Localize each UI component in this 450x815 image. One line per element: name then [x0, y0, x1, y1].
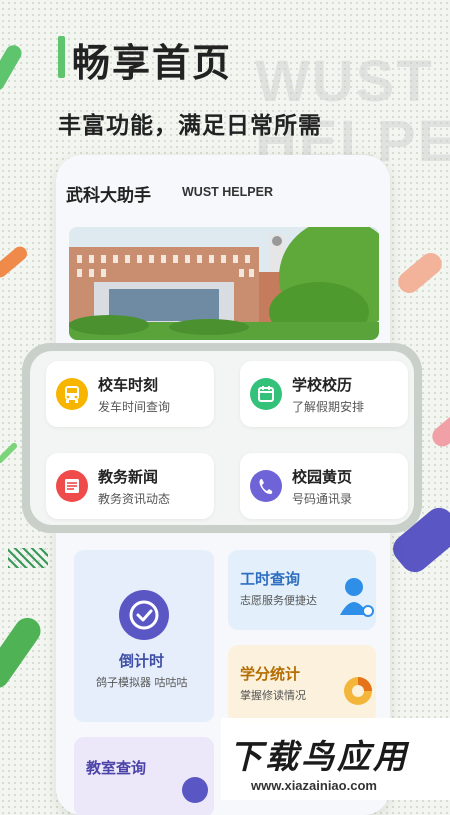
classroom-title: 教室查询 [86, 759, 147, 777]
credits-title: 学分统计 [240, 665, 301, 683]
feature-campus-directory[interactable]: 校园黄页 号码通讯录 [240, 453, 408, 519]
feature-calendar-title: 学校校历 [292, 376, 353, 394]
feature-directory-title: 校园黄页 [292, 468, 353, 486]
brand-watermark: 下载鸟应用 www.xiazainiao.com [221, 718, 450, 800]
worktime-card[interactable]: 工时查询 志愿服务便捷达 [228, 550, 376, 630]
brand-name: 下载鸟应用 [229, 737, 409, 776]
deco-green-big-stroke [0, 612, 46, 694]
deco-green-stroke [0, 42, 25, 94]
newspaper-icon [56, 470, 88, 502]
deco-stripes [8, 548, 48, 568]
feature-academic-news[interactable]: 教务新闻 教务资讯动态 [46, 453, 214, 519]
credits-subtitle: 掌握修读情况 [240, 689, 306, 702]
person-icon [338, 575, 374, 625]
feature-news-title: 教务新闻 [98, 468, 159, 486]
classroom-icon [182, 777, 208, 803]
page-title: 畅享首页 [72, 41, 233, 85]
credits-card[interactable]: 学分统计 掌握修读情况 [228, 645, 376, 723]
deco-peach-stroke [393, 248, 447, 298]
feature-panel: 校车时刻 发车时间查询 学校校历 了解假期安排 教务新闻 教务资讯动态 校园黄页… [22, 343, 422, 533]
deco-green-dash [0, 441, 19, 465]
countdown-subtitle: 鸽子模拟器 咕咕咕 [96, 676, 188, 689]
feature-bus-schedule[interactable]: 校车时刻 发车时间查询 [46, 361, 214, 427]
classroom-card[interactable]: 教室查询 [74, 737, 214, 815]
feature-news-subtitle: 教务资讯动态 [98, 492, 171, 506]
pie-chart-icon [340, 673, 376, 713]
page-subtitle: 丰富功能，满足日常所需 [58, 113, 322, 139]
deco-orange-stroke [0, 243, 30, 281]
hero-accent-bar [58, 36, 65, 78]
clock-icon [119, 590, 169, 640]
feature-school-calendar[interactable]: 学校校历 了解假期安排 [240, 361, 408, 427]
calendar-icon [250, 378, 282, 410]
worktime-subtitle: 志愿服务便捷达 [240, 594, 317, 607]
phone-icon [250, 470, 282, 502]
feature-bus-subtitle: 发车时间查询 [98, 400, 171, 414]
worktime-title: 工时查询 [240, 570, 301, 588]
feature-bus-title: 校车时刻 [98, 376, 159, 394]
countdown-card[interactable]: 倒计时 鸽子模拟器 咕咕咕 [74, 550, 214, 722]
countdown-title: 倒计时 [119, 652, 165, 670]
feature-calendar-subtitle: 了解假期安排 [292, 400, 365, 414]
brand-url: www.xiazainiao.com [251, 778, 377, 793]
feature-directory-subtitle: 号码通讯录 [292, 492, 353, 506]
feature-panel-inner: 校车时刻 发车时间查询 学校校历 了解假期安排 教务新闻 教务资讯动态 校园黄页… [30, 351, 414, 525]
campus-banner-image[interactable] [69, 227, 379, 340]
app-title-en: WUST HELPER [182, 185, 273, 199]
bus-icon [56, 378, 88, 410]
app-title: 武科大助手 [66, 186, 151, 206]
deco-pink-stroke [428, 409, 450, 451]
